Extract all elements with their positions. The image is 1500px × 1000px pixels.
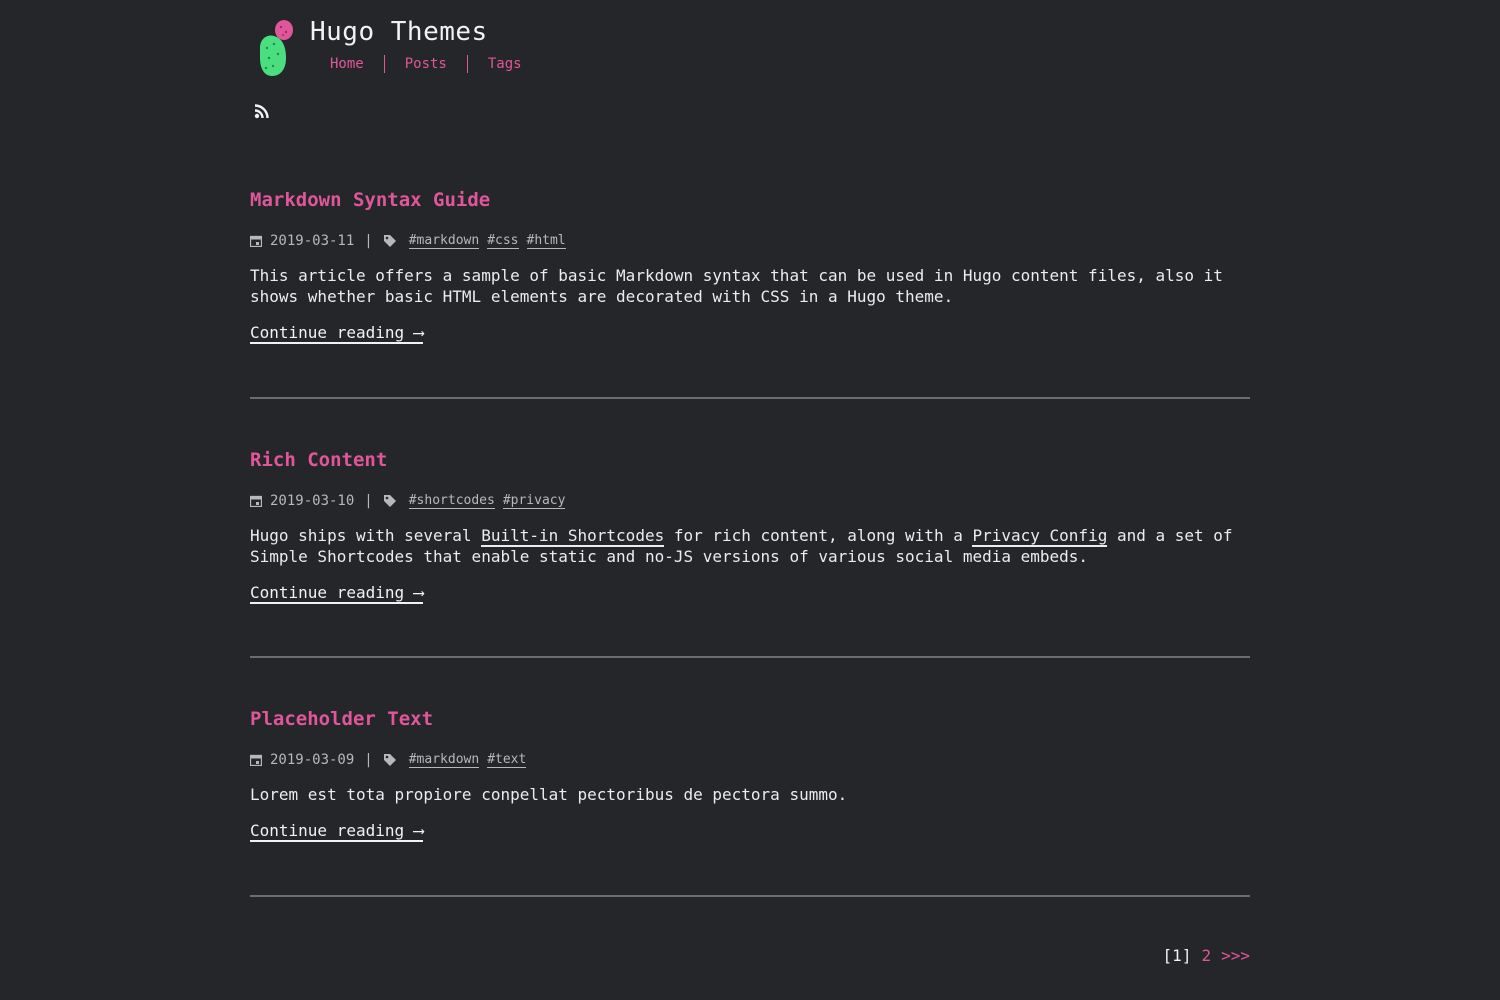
page: Hugo Themes Home Posts Tags Markdown Syn… [250, 0, 1250, 965]
post-item: Rich Content 2019-03-10 | #shortcodes #p… [250, 449, 1250, 604]
tag-link[interactable]: #markdown [408, 752, 480, 768]
calendar-icon [250, 754, 262, 766]
tag-link[interactable]: #text [487, 752, 527, 768]
logo-cactus-icon[interactable] [254, 18, 298, 76]
post-date: 2019-03-11 [270, 233, 355, 249]
post-meta: 2019-03-09 | #markdown #text [250, 750, 1250, 770]
calendar-icon [250, 235, 262, 247]
calendar-icon [250, 495, 262, 507]
built-in-shortcodes-link[interactable]: Built-in Shortcodes [481, 526, 665, 547]
post-summary: Lorem est tota propiore conpellat pector… [250, 785, 848, 804]
continue-reading-link[interactable]: Continue reading ⟶ [250, 821, 424, 842]
post-summary: This article offers a sample of basic Ma… [250, 266, 1223, 306]
meta-separator: | [364, 493, 373, 509]
pagination: [1] 2 >>> [1163, 946, 1250, 965]
post-meta: 2019-03-10 | #shortcodes #privacy [250, 491, 1250, 511]
post-title-link[interactable]: Rich Content [250, 449, 387, 471]
tag-link[interactable]: #privacy [502, 493, 566, 509]
rss-icon[interactable] [254, 103, 270, 119]
nav-posts[interactable]: Posts [385, 55, 467, 73]
post-date: 2019-03-09 [270, 752, 355, 768]
continue-reading-link[interactable]: Continue reading ⟶ [250, 323, 424, 344]
meta-separator: | [364, 233, 373, 249]
privacy-config-link[interactable]: Privacy Config [972, 526, 1108, 547]
tag-icon [383, 754, 396, 766]
next-page-link[interactable]: >>> [1221, 946, 1250, 965]
current-page: [1] [1162, 946, 1192, 965]
page-2-link[interactable]: 2 [1201, 946, 1211, 965]
site-title[interactable]: Hugo Themes [310, 17, 488, 47]
tag-icon [383, 495, 396, 507]
post-divider [250, 397, 1250, 399]
continue-reading-link[interactable]: Continue reading ⟶ [250, 583, 424, 604]
nav-tags[interactable]: Tags [468, 55, 542, 73]
meta-separator: | [364, 752, 373, 768]
post-divider [250, 656, 1250, 658]
tag-link[interactable]: #css [487, 233, 519, 249]
post-summary: Hugo ships with several Built-in Shortco… [250, 525, 1250, 567]
post-divider [250, 895, 1250, 897]
summary-text: Hugo ships with several [250, 526, 482, 545]
post-meta: 2019-03-11 | #markdown #css #html [250, 231, 1250, 251]
main-nav: Home Posts Tags [310, 55, 542, 73]
tag-link[interactable]: #html [526, 233, 566, 249]
post-title-link[interactable]: Placeholder Text [250, 708, 433, 730]
tag-link[interactable]: #markdown [408, 233, 480, 249]
post-item: Placeholder Text 2019-03-09 | #markdown … [250, 708, 1250, 842]
tag-icon [383, 235, 396, 247]
tag-link[interactable]: #shortcodes [408, 493, 495, 509]
nav-home[interactable]: Home [310, 55, 384, 73]
summary-text: for rich content, along with a [664, 526, 973, 545]
site-header: Hugo Themes Home Posts Tags [250, 0, 1250, 90]
post-item: Markdown Syntax Guide 2019-03-11 | #mark… [250, 189, 1250, 344]
post-date: 2019-03-10 [270, 493, 355, 509]
post-title-link[interactable]: Markdown Syntax Guide [250, 189, 490, 211]
